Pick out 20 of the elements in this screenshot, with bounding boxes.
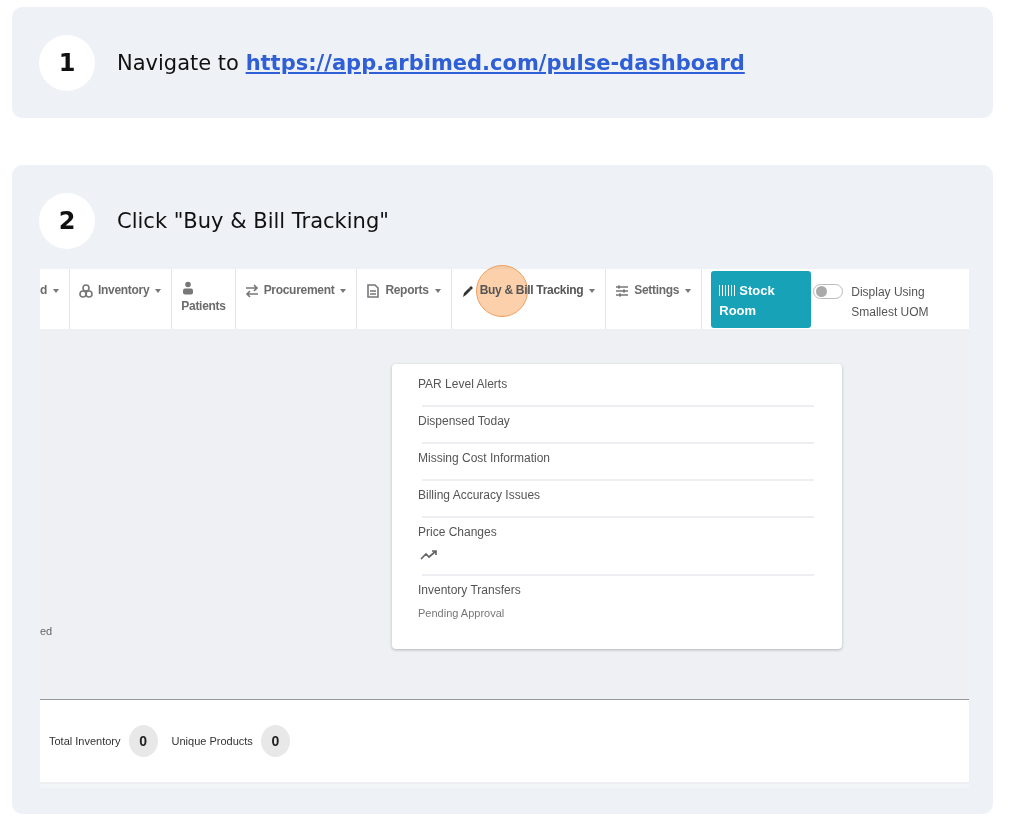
step-number: 2 <box>39 193 95 249</box>
count-badge: 0 <box>128 725 158 757</box>
dropdown-item[interactable]: PAR Level Alerts <box>418 370 814 401</box>
step-instruction: Navigate to https://app.arbimed.com/pulse-dashboard <box>117 51 745 75</box>
stock-room-button[interactable]: Stock Room <box>711 271 812 328</box>
step-instruction: Click "Buy & Bill Tracking" <box>117 209 389 233</box>
dropdown-item[interactable]: Billing Accuracy Issues <box>418 481 814 512</box>
dropdown-subtitle: Pending Approval <box>418 607 506 619</box>
url-link[interactable]: https://app.arbimed.com/pulse-dashboard <box>245 51 745 75</box>
toggle-label: Display Using Smallest UOM <box>851 284 930 321</box>
stat-label: Unique Products <box>171 735 253 747</box>
dropdown-item[interactable]: Dispensed Today <box>418 407 814 438</box>
stat-label: Total Inventory <box>49 735 121 747</box>
dropdown-item[interactable]: Inventory Transfers Pending Approval <box>418 576 814 629</box>
dropdown-item[interactable]: Price Changes <box>418 518 814 570</box>
count-badge: 0 <box>260 725 290 757</box>
text-fragment: ed <box>40 625 53 637</box>
nav-menu-item[interactable]: Buy & Bill Tracking <box>451 269 607 329</box>
dropdown-item[interactable]: Missing Cost Information <box>418 444 814 475</box>
step-number: 1 <box>39 35 95 91</box>
